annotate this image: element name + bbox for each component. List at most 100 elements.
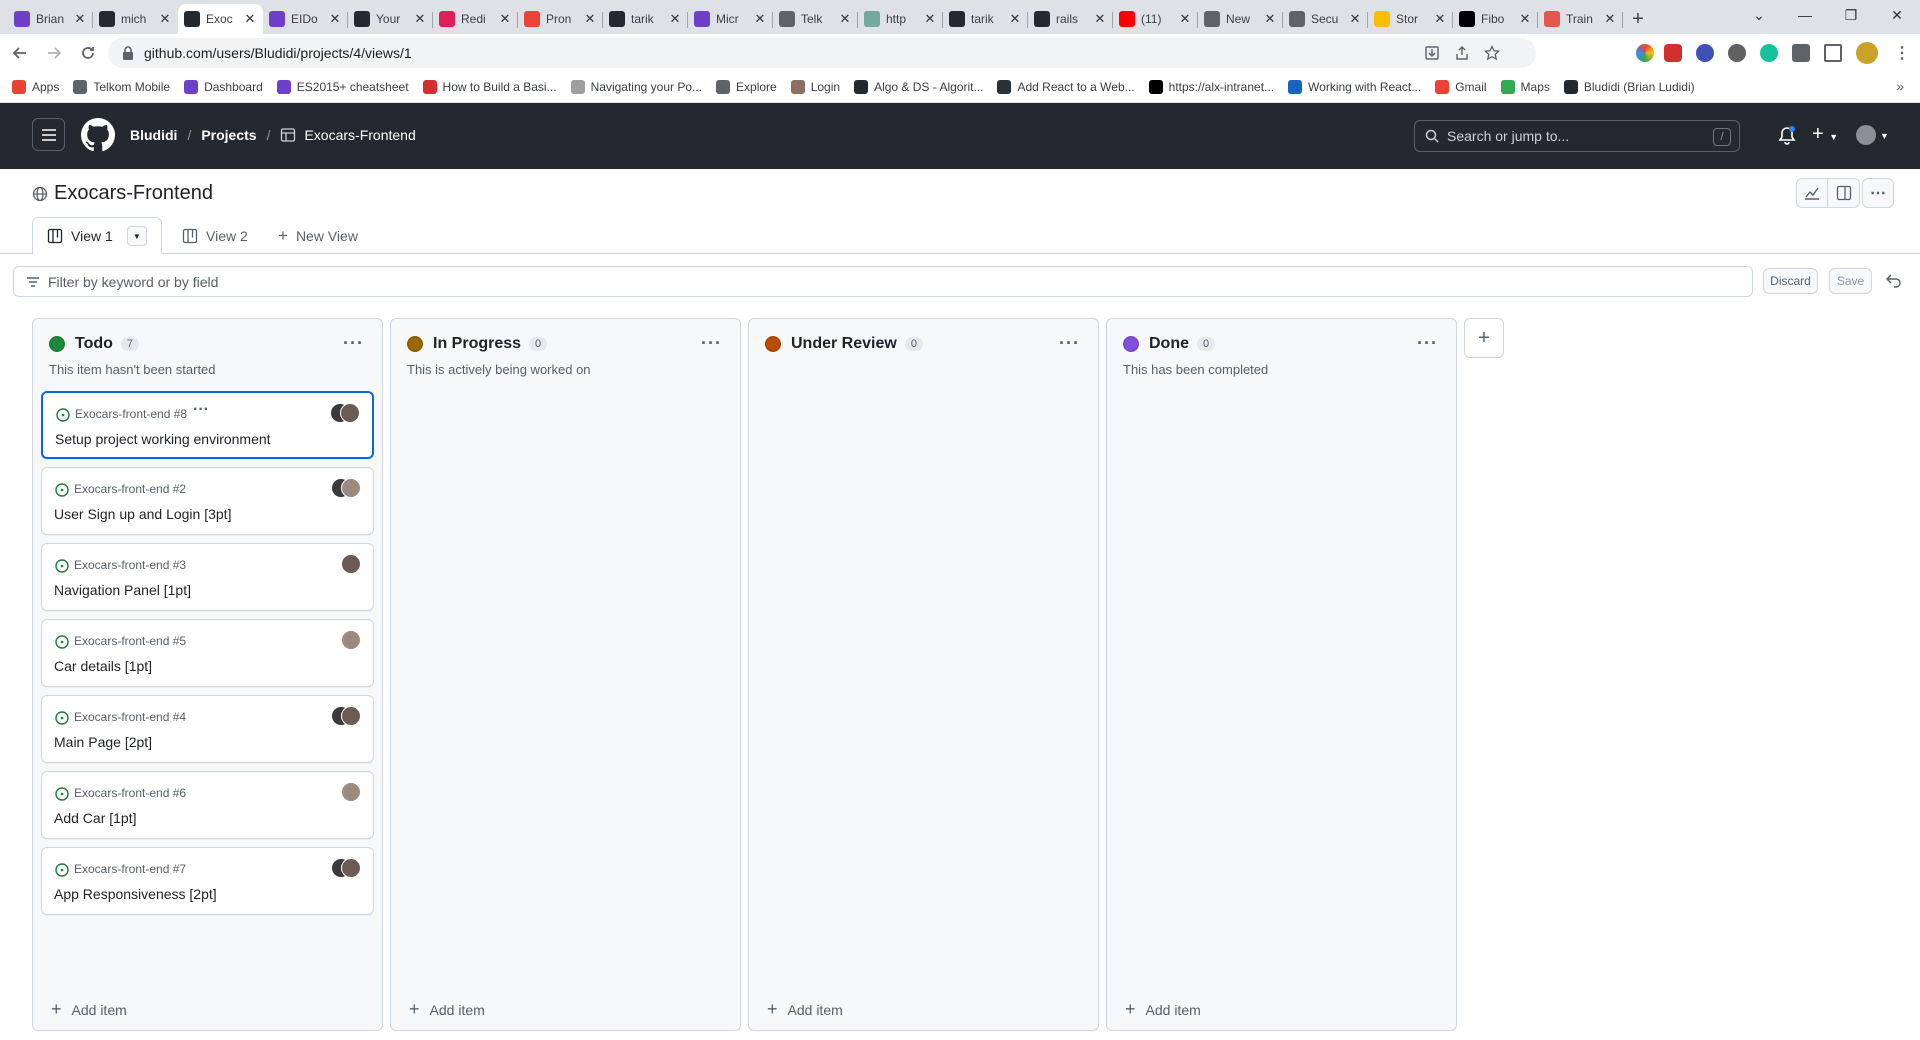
assignee-avatar[interactable] xyxy=(341,478,361,498)
bookmark-item[interactable]: Maps xyxy=(1500,80,1550,94)
card-title[interactable]: User Sign up and Login [3pt] xyxy=(54,506,231,522)
browser-tab[interactable]: Micr ✕ xyxy=(688,4,773,34)
card-repo-ref[interactable]: Exocars-front-end #2 xyxy=(74,482,186,496)
browser-tab[interactable]: (11) ✕ xyxy=(1113,4,1198,34)
column-more-icon[interactable]: ··· xyxy=(1417,333,1438,354)
assignee-avatar[interactable] xyxy=(341,706,361,726)
bookmark-item[interactable]: Algo & DS - Algorit... xyxy=(854,80,983,94)
card-title[interactable]: Navigation Panel [1pt] xyxy=(54,582,191,598)
column-more-icon[interactable]: ··· xyxy=(1059,333,1080,354)
tab-close-icon[interactable]: ✕ xyxy=(668,11,682,27)
address-bar[interactable]: github.com/users/Bludidi/projects/4/view… xyxy=(108,38,1536,68)
tab-close-icon[interactable]: ✕ xyxy=(1348,11,1362,27)
new-tab-button[interactable]: + xyxy=(1623,4,1653,34)
card-title[interactable]: Car details [1pt] xyxy=(54,658,152,674)
issue-card[interactable]: Exocars-front-end #8 ··· Setup project wor… xyxy=(41,391,374,459)
tab-close-icon[interactable]: ✕ xyxy=(158,11,172,27)
github-logo-icon[interactable] xyxy=(81,118,115,152)
tab-close-icon[interactable]: ✕ xyxy=(1008,11,1022,27)
bookmark-item[interactable]: Dashboard xyxy=(184,80,263,94)
card-repo-ref[interactable]: Exocars-front-end #5 xyxy=(74,634,186,648)
issue-card[interactable]: Exocars-front-end #7 App Responsiveness [… xyxy=(41,847,374,915)
assignee-avatar[interactable] xyxy=(341,630,361,650)
bookmark-item[interactable]: Apps xyxy=(12,80,59,94)
tab-close-icon[interactable]: ✕ xyxy=(838,11,852,27)
bookmark-item[interactable]: https://alx-intranet... xyxy=(1148,80,1274,94)
tab-close-icon[interactable]: ✕ xyxy=(1178,11,1192,27)
breadcrumb-user[interactable]: Bludidi xyxy=(130,127,177,143)
tab-close-icon[interactable]: ✕ xyxy=(73,11,87,27)
close-window-button[interactable]: ✕ xyxy=(1874,0,1920,30)
issue-card[interactable]: Exocars-front-end #2 User Sign up and Log… xyxy=(41,467,374,535)
maximize-button[interactable]: ❐ xyxy=(1828,0,1874,30)
profile-avatar[interactable] xyxy=(1856,42,1878,64)
tab-close-icon[interactable]: ✕ xyxy=(1518,11,1532,27)
more-bookmarks-icon[interactable]: » xyxy=(1896,78,1904,94)
bookmark-item[interactable]: Working with React... xyxy=(1288,80,1421,94)
reload-button[interactable] xyxy=(74,39,102,67)
search-input[interactable]: Search or jump to... / xyxy=(1414,120,1740,152)
share-icon[interactable] xyxy=(1454,45,1470,61)
insights-chart-icon[interactable] xyxy=(1796,178,1828,208)
tab-close-icon[interactable]: ✕ xyxy=(413,11,427,27)
browser-tab[interactable]: Brian ✕ xyxy=(8,4,93,34)
tab-close-icon[interactable]: ✕ xyxy=(583,11,597,27)
project-more-icon[interactable]: ⋯ xyxy=(1862,178,1894,208)
tab-view-1[interactable]: View 1 ▼ xyxy=(32,217,162,255)
issue-card[interactable]: Exocars-front-end #5 Car details [1pt] xyxy=(41,619,374,687)
browser-tab[interactable]: New ✕ xyxy=(1198,4,1283,34)
card-repo-ref[interactable]: Exocars-front-end #4 xyxy=(74,710,186,724)
bookmark-star-icon[interactable] xyxy=(1484,45,1500,61)
avatar-caret-icon[interactable]: ▼ xyxy=(1880,131,1889,141)
browser-tab[interactable]: Fibo ✕ xyxy=(1453,4,1538,34)
discard-button[interactable]: Discard xyxy=(1763,268,1818,294)
browser-tab[interactable]: Pron ✕ xyxy=(518,4,603,34)
back-button[interactable] xyxy=(6,39,34,67)
tab-close-icon[interactable]: ✕ xyxy=(498,11,512,27)
notifications-bell-icon[interactable] xyxy=(1778,126,1796,146)
add-item-button[interactable]: + Add item xyxy=(51,999,127,1020)
browser-tab[interactable]: Redi ✕ xyxy=(433,4,518,34)
breadcrumb-project[interactable]: Exocars-Frontend xyxy=(304,127,415,143)
side-panel-toggle-icon[interactable] xyxy=(1828,178,1860,208)
tab-close-icon[interactable]: ✕ xyxy=(328,11,342,27)
browser-tab[interactable]: mich ✕ xyxy=(93,4,178,34)
minimize-button[interactable]: — xyxy=(1782,0,1828,30)
filter-input[interactable]: Filter by keyword or by field xyxy=(13,266,1753,297)
card-more-icon[interactable]: ··· xyxy=(193,401,209,419)
tab-close-icon[interactable]: ✕ xyxy=(1603,11,1617,27)
card-title[interactable]: Add Car [1pt] xyxy=(54,810,137,826)
tab-close-icon[interactable]: ✕ xyxy=(753,11,767,27)
add-item-button[interactable]: + Add item xyxy=(1125,999,1201,1020)
tab-close-icon[interactable]: ✕ xyxy=(1433,11,1447,27)
card-repo-ref[interactable]: Exocars-front-end #7 xyxy=(74,862,186,876)
tab-search-icon[interactable]: ⌄ xyxy=(1736,0,1782,30)
add-item-button[interactable]: + Add item xyxy=(767,999,843,1020)
issue-card[interactable]: Exocars-front-end #4 Main Page [2pt] xyxy=(41,695,374,763)
extension-star-icon[interactable] xyxy=(1696,44,1714,62)
add-column-button[interactable]: + xyxy=(1464,318,1504,358)
forward-button[interactable] xyxy=(40,39,68,67)
card-repo-ref[interactable]: Exocars-front-end #8 xyxy=(75,407,187,421)
card-title[interactable]: Setup project working environment xyxy=(55,431,271,447)
browser-tab[interactable]: EIDo ✕ xyxy=(263,4,348,34)
menu-hamburger-button[interactable] xyxy=(32,118,65,151)
tab-close-icon[interactable]: ✕ xyxy=(243,11,257,27)
bookmark-item[interactable]: Navigating your Po... xyxy=(570,80,702,94)
column-more-icon[interactable]: ··· xyxy=(343,333,364,354)
undo-icon[interactable] xyxy=(1886,272,1902,288)
bookmark-item[interactable]: Login xyxy=(790,80,840,94)
browser-tab[interactable]: Secu ✕ xyxy=(1283,4,1368,34)
tab-close-icon[interactable]: ✕ xyxy=(1263,11,1277,27)
extension-color-icon[interactable] xyxy=(1636,44,1654,62)
browser-tab[interactable]: http ✕ xyxy=(858,4,943,34)
user-avatar[interactable] xyxy=(1856,125,1876,145)
breadcrumb-projects[interactable]: Projects xyxy=(201,127,256,143)
browser-tab[interactable]: Train ✕ xyxy=(1538,4,1623,34)
bookmark-item[interactable]: How to Build a Basi... xyxy=(422,80,557,94)
new-view-button[interactable]: + New View xyxy=(278,217,358,254)
bookmark-item[interactable]: Add React to a Web... xyxy=(997,80,1135,94)
extension-video-icon[interactable] xyxy=(1664,44,1682,62)
assignee-avatar[interactable] xyxy=(341,858,361,878)
tab-view-2[interactable]: View 2 xyxy=(182,217,248,254)
